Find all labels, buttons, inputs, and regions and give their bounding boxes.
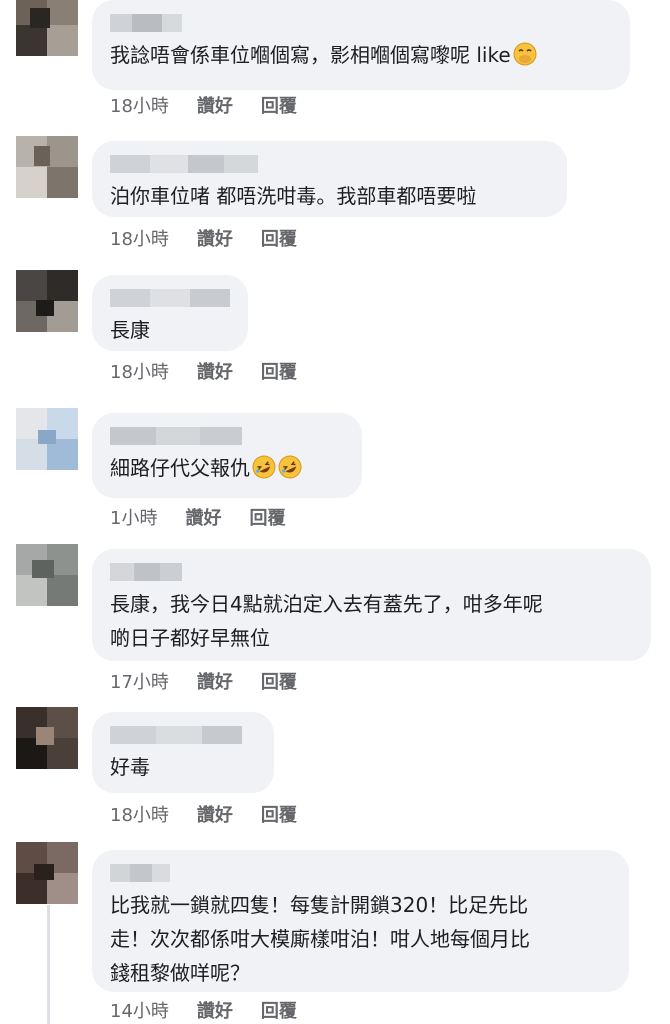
comment-meta: 17小時 讚好 回覆 — [110, 667, 297, 695]
commenter-name-blurred[interactable] — [110, 726, 256, 744]
reply-link[interactable]: 回覆 — [261, 668, 297, 694]
commenter-name-blurred[interactable] — [110, 289, 230, 307]
like-link[interactable]: 讚好 — [197, 997, 233, 1023]
avatar[interactable] — [16, 707, 78, 769]
like-link[interactable]: 讚好 — [197, 225, 233, 251]
comment-bubble: 長康 — [92, 275, 248, 351]
like-link[interactable]: 讚好 — [197, 668, 233, 694]
comment-bubble: 細路仔代父報仇 — [92, 413, 362, 498]
comment-bubble: 泊你車位啫 都唔洗咁毒。我部車都唔要啦 — [92, 141, 567, 217]
comment-meta: 18小時 讚好 回覆 — [110, 800, 297, 828]
comment-meta: 1小時 讚好 回覆 — [110, 503, 285, 531]
pixelated-avatar — [16, 408, 78, 470]
reply-link[interactable]: 回覆 — [261, 225, 297, 251]
comment-bubble: 長康，我今日4點就泊定入去有蓋先了，咁多年呢 啲日子都好早無位 — [92, 549, 651, 661]
comment-text: 我諗唔會係車位嗰個寫，影相嗰個寫嚟呢 like — [110, 38, 612, 72]
comment-time[interactable]: 1小時 — [110, 504, 157, 530]
comment-time[interactable]: 18小時 — [110, 225, 169, 251]
reply-link[interactable]: 回覆 — [261, 358, 297, 384]
comment-bubble: 比我就一鎖就四隻！每隻計開鎖320！比足先比 走！次次都係咁大模廝樣咁泊！咁人地… — [92, 850, 629, 992]
comment-time[interactable]: 18小時 — [110, 358, 169, 384]
comment-time[interactable]: 17小時 — [110, 668, 169, 694]
commenter-name-blurred[interactable] — [110, 14, 612, 32]
commenter-name-blurred[interactable] — [110, 563, 633, 581]
avatar[interactable] — [16, 0, 78, 56]
avatar[interactable] — [16, 408, 78, 470]
commenter-name-blurred[interactable] — [110, 155, 549, 173]
reply-link[interactable]: 回覆 — [261, 997, 297, 1023]
comment-meta: 14小時 讚好 回覆 — [110, 996, 297, 1024]
like-link[interactable]: 讚好 — [185, 504, 221, 530]
commenter-name-blurred[interactable] — [110, 427, 344, 445]
like-link[interactable]: 讚好 — [197, 801, 233, 827]
pixelated-avatar — [16, 842, 78, 904]
commenter-name-blurred[interactable] — [110, 864, 611, 882]
hand-over-mouth-emoji-icon — [513, 42, 537, 66]
pixelated-avatar — [16, 544, 78, 606]
comment-text: 比我就一鎖就四隻！每隻計開鎖320！比足先比 走！次次都係咁大模廝樣咁泊！咁人地… — [110, 893, 530, 985]
comment-meta: 18小時 讚好 回覆 — [110, 91, 297, 119]
pixelated-avatar — [16, 270, 78, 332]
comment-text: 好毒 — [110, 755, 150, 779]
pixelated-avatar — [16, 136, 78, 198]
comment-bubble: 我諗唔會係車位嗰個寫，影相嗰個寫嚟呢 like — [92, 0, 630, 90]
avatar[interactable] — [16, 270, 78, 332]
comment-text: 泊你車位啫 都唔洗咁毒。我部車都唔要啦 — [110, 184, 477, 208]
avatar[interactable] — [16, 544, 78, 606]
reply-thread-line — [47, 905, 50, 1024]
avatar[interactable] — [16, 136, 78, 198]
comment-meta: 18小時 讚好 回覆 — [110, 357, 297, 385]
comment-time[interactable]: 14小時 — [110, 997, 169, 1023]
reply-link[interactable]: 回覆 — [261, 801, 297, 827]
rolling-laughing-emoji-icon — [252, 455, 276, 479]
comment-text: 細路仔代父報仇 — [110, 451, 344, 485]
pixelated-avatar — [16, 707, 78, 769]
reply-link[interactable]: 回覆 — [261, 92, 297, 118]
pixelated-avatar — [16, 0, 78, 56]
reply-link[interactable]: 回覆 — [249, 504, 285, 530]
comment-time[interactable]: 18小時 — [110, 92, 169, 118]
avatar[interactable] — [16, 842, 78, 904]
comment-meta: 18小時 讚好 回覆 — [110, 224, 297, 252]
like-link[interactable]: 讚好 — [197, 358, 233, 384]
comment-text: 長康 — [110, 318, 150, 342]
comment-time[interactable]: 18小時 — [110, 801, 169, 827]
like-link[interactable]: 讚好 — [197, 92, 233, 118]
comment-bubble: 好毒 — [92, 712, 274, 793]
comment-text: 長康，我今日4點就泊定入去有蓋先了，咁多年呢 啲日子都好早無位 — [110, 592, 543, 650]
rolling-laughing-emoji-icon — [278, 455, 302, 479]
